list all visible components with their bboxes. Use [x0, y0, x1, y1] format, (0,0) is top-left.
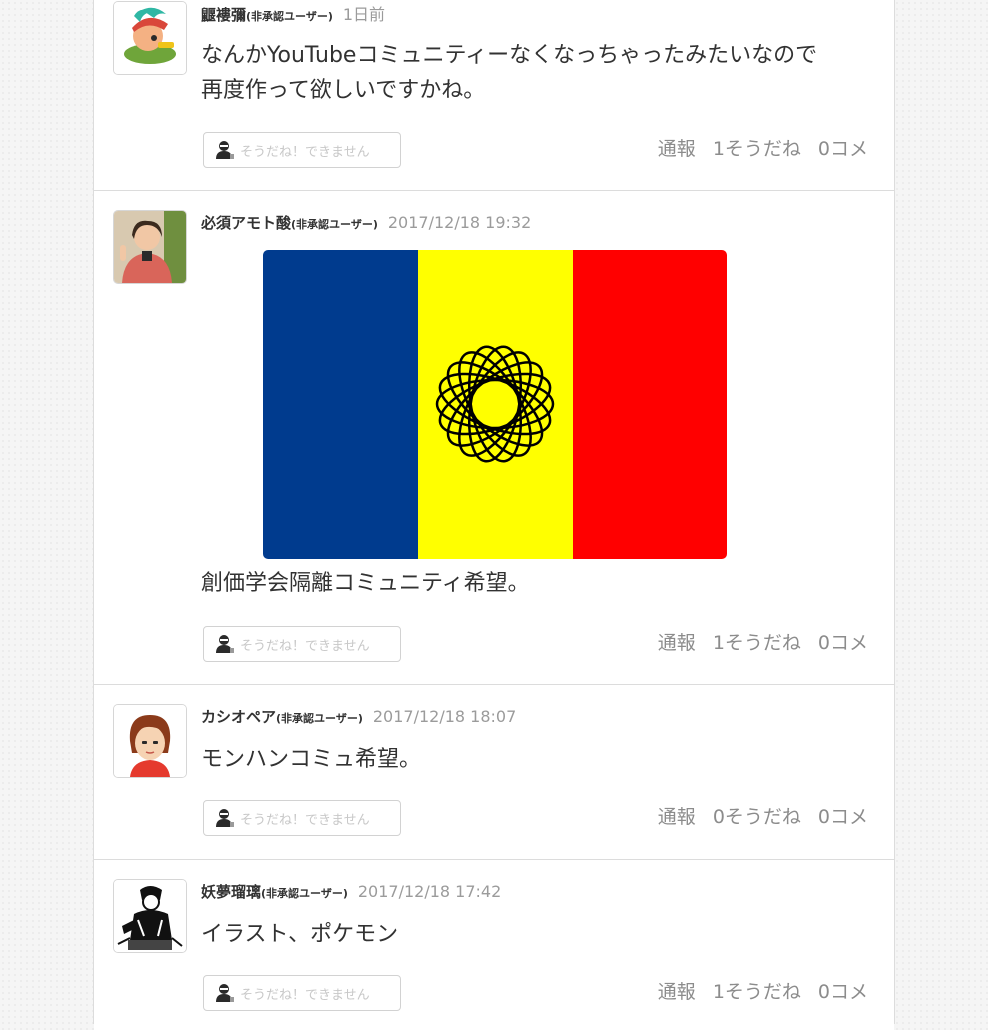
comment-count[interactable]: 0コメ — [818, 802, 868, 829]
post-time: 2017/12/18 18:07 — [372, 707, 517, 726]
report-link[interactable]: 通報 — [658, 802, 696, 829]
user-avatar[interactable] — [113, 704, 187, 778]
avatar-image — [114, 880, 186, 952]
post-item[interactable]: 妖夢瑠璃(非承認ユーザー) 2017/12/18 17:42 イラスト、ポケモン … — [94, 860, 894, 1030]
empathy-person-icon — [216, 635, 234, 653]
post-body: 創価学会隔離コミュニティ希望。 — [201, 566, 530, 601]
post-body-line: 創価学会隔離コミュニティ希望。 — [201, 571, 530, 596]
post-header: カシオペア(非承認ユーザー) 2017/12/18 18:07 — [201, 707, 516, 729]
empathy-button[interactable]: そうだね！できません — [203, 626, 401, 662]
post-body-line: イラスト、ポケモン — [201, 922, 399, 947]
post-body: モンハンコミュ希望。 — [201, 742, 421, 777]
post-item[interactable]: 鼴褸彌(非承認ユーザー) 1日前 なんかYouTubeコミュニティーなくなっちゃっ… — [94, 0, 894, 191]
post-header: 妖夢瑠璃(非承認ユーザー) 2017/12/18 17:42 — [201, 882, 501, 904]
empathy-button[interactable]: そうだね！できません — [203, 975, 401, 1011]
post-body: なんかYouTubeコミュニティーなくなっちゃったみたいなので 再度作って欲しい… — [201, 38, 817, 108]
yeah-count[interactable]: 0そうだね — [713, 802, 801, 829]
avatar-image — [114, 2, 186, 74]
report-link[interactable]: 通報 — [658, 977, 696, 1004]
flag-image — [263, 250, 727, 559]
yeah-count[interactable]: 1そうだね — [713, 134, 801, 161]
post-item[interactable]: カシオペア(非承認ユーザー) 2017/12/18 18:07 モンハンコミュ希望… — [94, 685, 894, 860]
post-time: 1日前 — [342, 5, 386, 24]
post-time: 2017/12/18 17:42 — [357, 882, 502, 901]
user-name[interactable]: 必須アモト酸 — [201, 214, 291, 232]
post-meta: 通報 1そうだね 0コメ — [658, 977, 868, 1004]
unapproved-badge: (非承認ユーザー) — [276, 712, 363, 725]
user-avatar[interactable] — [113, 879, 187, 953]
user-avatar[interactable] — [113, 1, 187, 75]
empathy-person-icon — [216, 809, 234, 827]
post-header: 鼴褸彌(非承認ユーザー) 1日前 — [201, 5, 385, 27]
empathy-button-label: そうだね！できません — [240, 638, 370, 654]
unapproved-badge: (非承認ユーザー) — [291, 218, 378, 231]
post-body-line: モンハンコミュ希望。 — [201, 747, 422, 772]
report-link[interactable]: 通報 — [658, 134, 696, 161]
unapproved-badge: (非承認ユーザー) — [246, 10, 333, 23]
post-body: イラスト、ポケモン — [201, 917, 398, 952]
user-name[interactable]: 鼴褸彌 — [201, 6, 246, 24]
post-list: 鼴褸彌(非承認ユーザー) 1日前 なんかYouTubeコミュニティーなくなっちゃっ… — [93, 0, 895, 1030]
empathy-button-label: そうだね！できません — [240, 987, 370, 1003]
post-header: 必須アモト酸(非承認ユーザー) 2017/12/18 19:32 — [201, 213, 531, 235]
yeah-count[interactable]: 1そうだね — [713, 628, 801, 655]
unapproved-badge: (非承認ユーザー) — [261, 887, 348, 900]
post-meta: 通報 1そうだね 0コメ — [658, 628, 868, 655]
post-meta: 通報 0そうだね 0コメ — [658, 802, 868, 829]
empathy-button[interactable]: そうだね！できません — [203, 800, 401, 836]
user-avatar[interactable] — [113, 210, 187, 284]
post-item[interactable]: 必須アモト酸(非承認ユーザー) 2017/12/18 19:32 創価学会隔離コ… — [94, 191, 894, 685]
empathy-button[interactable]: そうだね！できません — [203, 132, 401, 168]
comment-count[interactable]: 0コメ — [818, 977, 868, 1004]
user-name[interactable]: カシオペア — [201, 708, 276, 726]
report-link[interactable]: 通報 — [658, 628, 696, 655]
post-body-line: 再度作って欲しいですかね。 — [201, 78, 486, 103]
yeah-count[interactable]: 1そうだね — [713, 977, 801, 1004]
empathy-person-icon — [216, 141, 234, 159]
comment-count[interactable]: 0コメ — [818, 134, 868, 161]
empathy-button-label: そうだね！できません — [240, 144, 370, 160]
avatar-image — [114, 705, 186, 777]
post-body-line: なんかYouTubeコミュニティーなくなっちゃったみたいなので — [201, 43, 818, 68]
post-meta: 通報 1そうだね 0コメ — [658, 134, 868, 161]
user-name[interactable]: 妖夢瑠璃 — [201, 883, 261, 901]
avatar-image — [114, 211, 186, 283]
empathy-person-icon — [216, 984, 234, 1002]
comment-count[interactable]: 0コメ — [818, 628, 868, 655]
empathy-button-label: そうだね！できません — [240, 812, 370, 828]
post-time: 2017/12/18 19:32 — [387, 213, 532, 232]
post-image[interactable] — [263, 250, 727, 559]
